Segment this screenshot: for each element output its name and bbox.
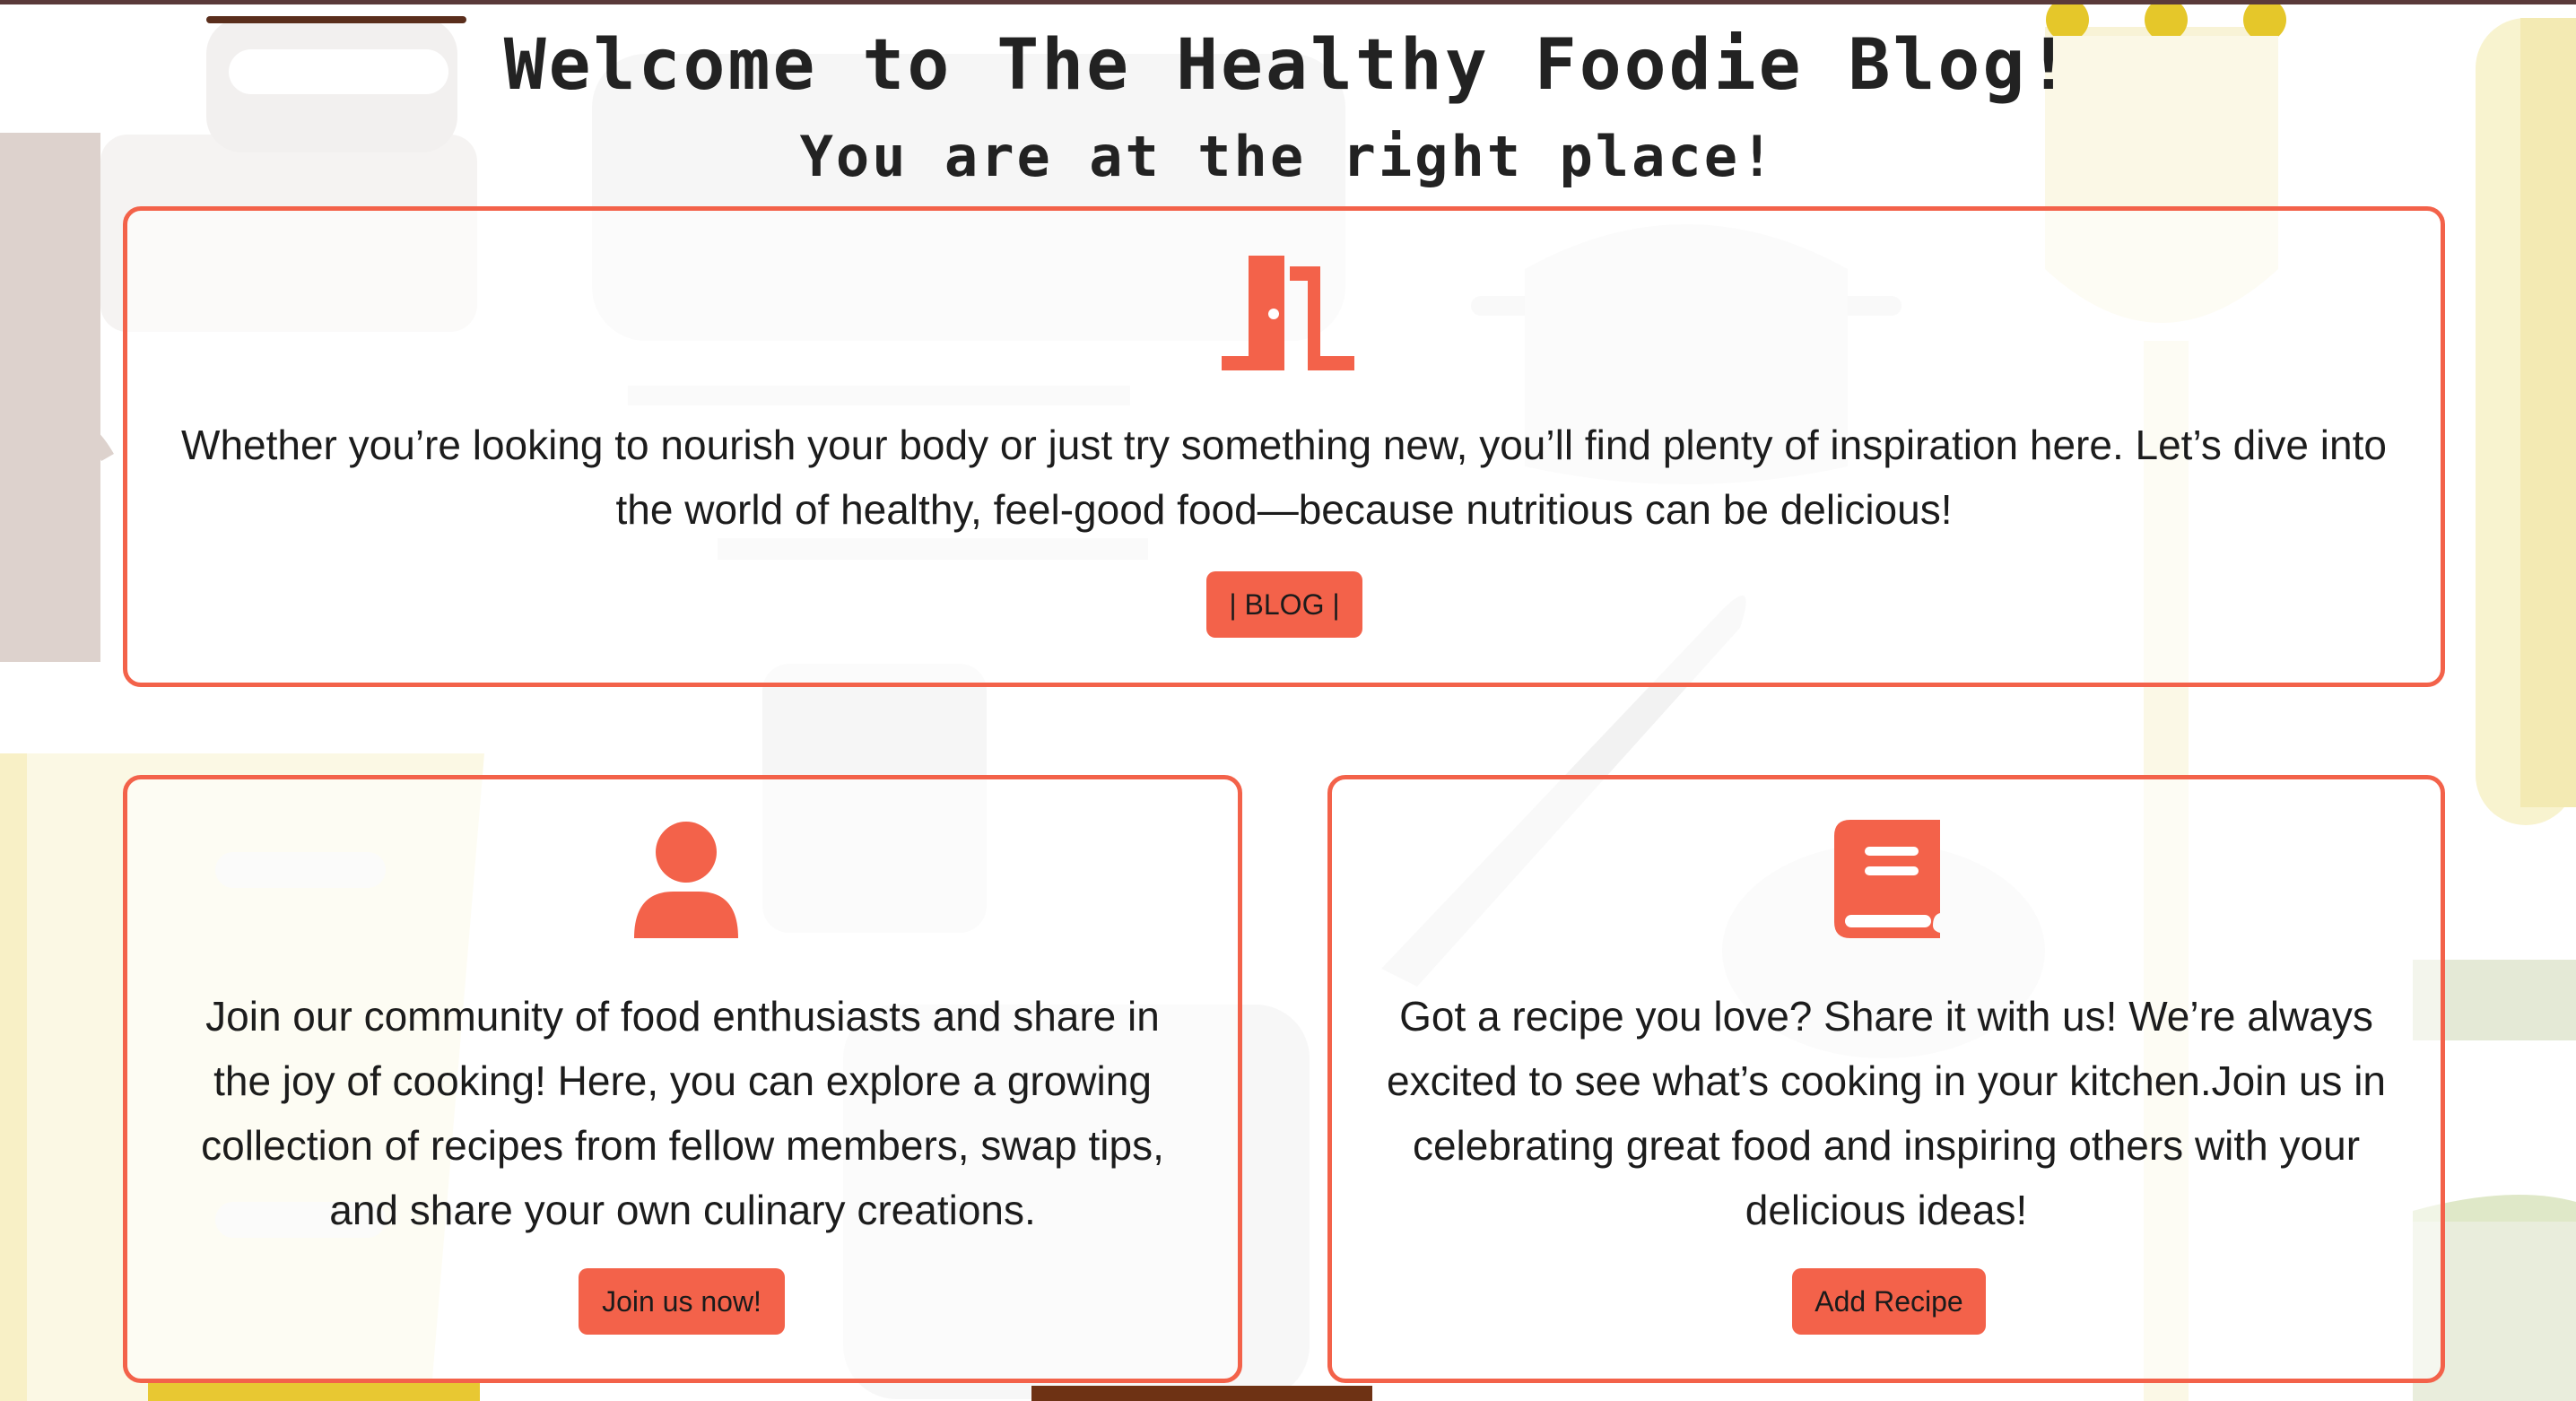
community-card: Join our community of food enthusiasts a…: [123, 775, 1242, 1383]
blog-button[interactable]: | BLOG |: [1206, 571, 1362, 638]
community-description: Join our community of food enthusiasts a…: [201, 993, 1164, 1233]
door-open-icon: [1222, 256, 1354, 370]
recipe-card: Got a recipe you love? Share it with us!…: [1327, 775, 2445, 1383]
user-icon: [634, 822, 738, 938]
blog-description: Whether you’re looking to nourish your b…: [181, 422, 2387, 533]
recipe-description: Got a recipe you love? Share it with us!…: [1387, 993, 2386, 1233]
blog-card: Whether you’re looking to nourish your b…: [123, 206, 2445, 687]
top-border: [0, 0, 2576, 4]
page-title: Welcome to The Healthy Foodie Blog!: [503, 25, 2073, 106]
join-us-button[interactable]: Join us now!: [579, 1268, 785, 1335]
add-recipe-button[interactable]: Add Recipe: [1792, 1268, 1986, 1335]
page-subtitle: You are at the right place!: [799, 124, 1777, 189]
page-content: Welcome to The Healthy Foodie Blog! You …: [0, 0, 2576, 1401]
book-icon: [1834, 820, 1940, 938]
